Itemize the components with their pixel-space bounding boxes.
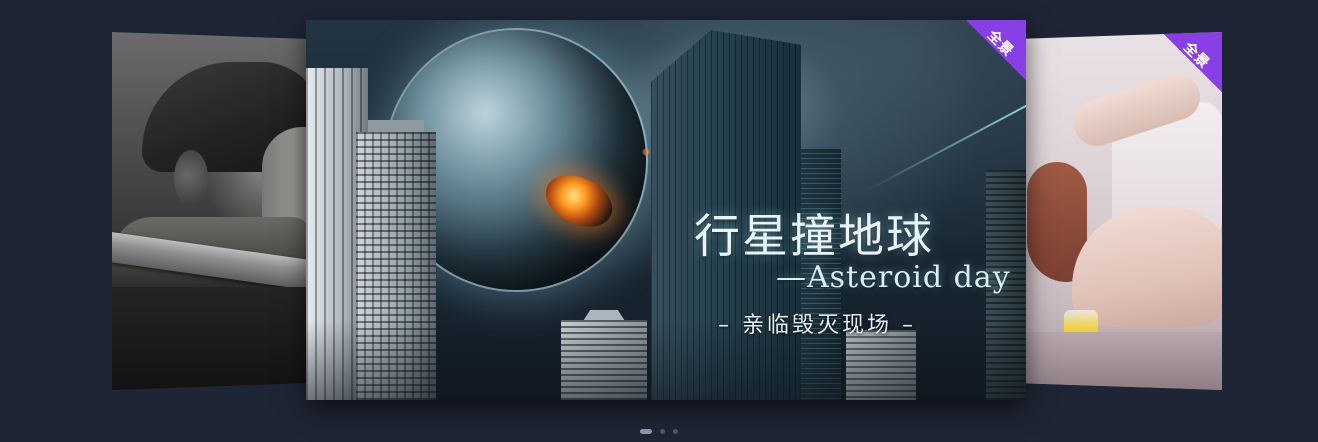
panorama-badge-label: 全景 xyxy=(984,27,1017,60)
carousel-slide-active[interactable]: 行星撞地球 —Asteroid day – 亲临毁灭现场 – 全景 xyxy=(306,20,1026,400)
carousel-pagination xyxy=(0,429,1318,437)
pagination-dot-2[interactable] xyxy=(660,429,665,434)
poster-title-en: —Asteroid day xyxy=(776,260,1011,295)
poster-subtitle: – 亲临毁灭现场 – xyxy=(718,313,916,338)
pagination-dot-1[interactable] xyxy=(640,429,652,434)
portrait-coat xyxy=(112,287,312,390)
portrait-ear xyxy=(174,150,208,206)
poster-title-cn: 行星撞地球 xyxy=(694,209,934,263)
carousel-slide-prev[interactable] xyxy=(112,32,312,390)
panorama-badge-label: 全景 xyxy=(1180,39,1213,72)
panorama-badge: 全景 xyxy=(1162,32,1222,92)
panorama-badge: 全景 xyxy=(966,20,1026,80)
panorama-carousel: 全景 行星撞地球 —Asteroid day – 亲临毁灭现场 – 全景 xyxy=(0,0,1318,442)
floor xyxy=(1012,332,1222,390)
carousel-slide-next[interactable]: 全景 xyxy=(1012,32,1222,390)
model-body xyxy=(1072,207,1222,327)
ground-fog xyxy=(306,320,1026,400)
pagination-dot-3[interactable] xyxy=(673,429,678,434)
